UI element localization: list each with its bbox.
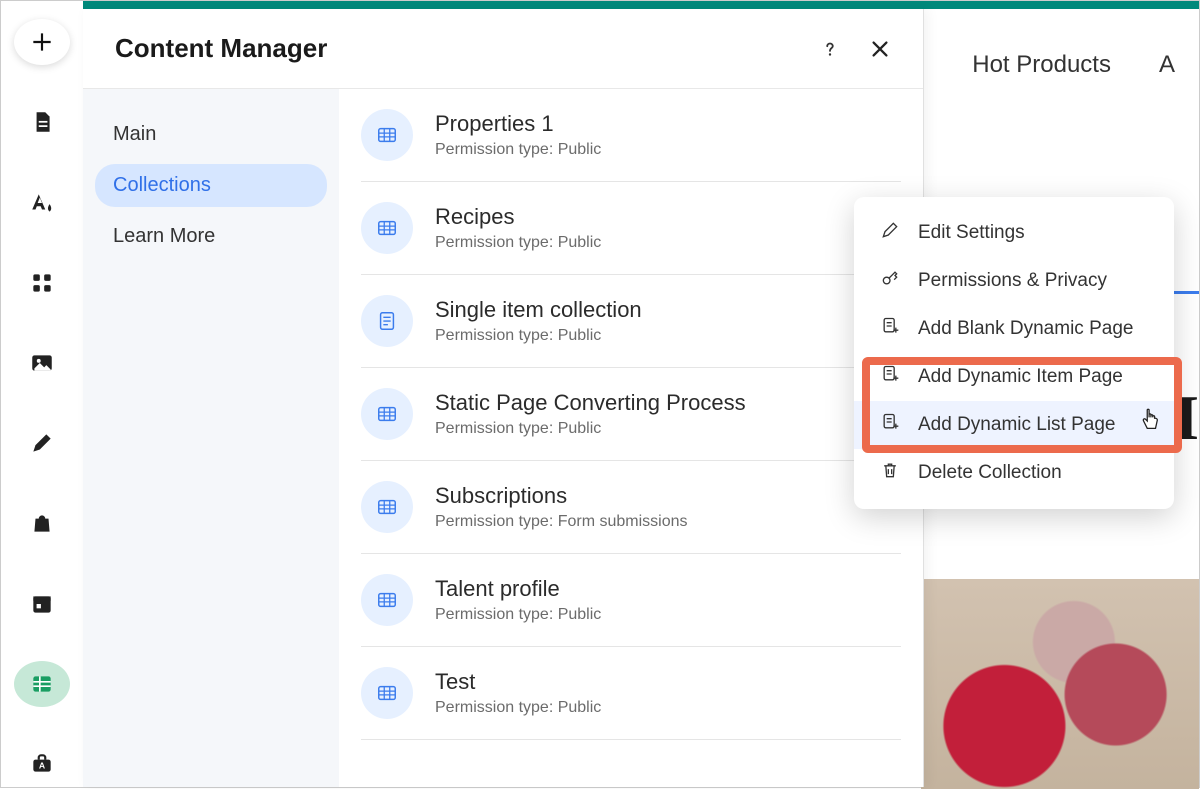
page-icon [29,109,55,135]
collection-type-icon [361,481,413,533]
collection-subtitle: Permission type: Public [435,327,642,345]
rail-store[interactable] [14,500,70,546]
collection-title: Test [435,669,601,695]
collection-subtitle: Permission type: Public [435,234,601,252]
collection-row[interactable]: Static Page Converting Process Permission… [361,368,901,461]
bg-nav-item[interactable]: Hot Products [972,51,1111,79]
rail-blog[interactable] [14,420,70,466]
ctx-item-label: Edit Settings [918,222,1025,244]
panel-sidenav: Main Collections Learn More [83,89,339,787]
collection-row[interactable]: Talent profile Permission type: Public [361,554,901,647]
left-rail: A [1,1,83,787]
collection-title: Properties 1 [435,111,601,137]
collection-title: Recipes [435,204,601,230]
key-icon [880,268,900,294]
pencil-icon [880,220,900,246]
help-icon[interactable] [819,38,841,60]
sidenav-item-collections[interactable]: Collections [95,164,327,207]
collection-row[interactable]: Test Permission type: Public [361,647,901,740]
table-icon [29,671,55,697]
panel-title: Content Manager [115,33,327,64]
ctx-item-add-dynamic-item-page[interactable]: Add Dynamic Item Page [854,353,1174,401]
ctx-item-edit-settings[interactable]: Edit Settings [854,209,1174,257]
bg-product-image [921,579,1199,789]
ctx-item-label: Delete Collection [918,462,1062,484]
ctx-item-add-blank-dynamic-page[interactable]: Add Blank Dynamic Page [854,305,1174,353]
rail-content-manager[interactable] [14,661,70,707]
collection-type-icon [361,295,413,347]
panel-header: Content Manager [83,9,923,88]
rail-bookings[interactable] [14,580,70,626]
collection-subtitle: Permission type: Form submissions [435,513,688,531]
collection-title: Subscriptions [435,483,688,509]
context-menu: Edit Settings Permissions & Privacy Add Bl… [854,197,1174,509]
collection-title: Talent profile [435,576,601,602]
rail-media[interactable] [14,340,70,386]
page-plus-icon [880,316,900,342]
ctx-item-label: Add Dynamic List Page [918,414,1116,436]
bg-heading-fragment: I [1174,381,1199,455]
collection-row[interactable]: Single item collection Permission type: P… [361,275,901,368]
collection-type-icon [361,202,413,254]
sidenav-item-main[interactable]: Main [95,113,327,156]
sidenav-item-learn-more[interactable]: Learn More [95,215,327,258]
ctx-item-label: Add Dynamic Item Page [918,366,1123,388]
collections-list: Properties 1Permission type: PublicRecip… [339,89,923,787]
top-accent-bar [83,1,1199,9]
svg-text:A: A [39,760,46,770]
collection-type-icon [361,109,413,161]
rail-apps[interactable] [14,260,70,306]
collection-subtitle: Permission type: Public [435,606,601,624]
rail-pages[interactable] [14,99,70,145]
text-drop-icon [29,190,55,216]
collection-type-icon [361,388,413,440]
collection-row[interactable]: Subscriptions Permission type: Form submi… [361,461,901,554]
rail-business[interactable]: A [14,741,70,787]
ctx-item-permissions-privacy[interactable]: Permissions & Privacy [854,257,1174,305]
page-plus-icon [880,364,900,390]
page-plus-icon [880,412,900,438]
background-nav: ucts Hot Products A [880,51,1199,79]
briefcase-icon: A [29,751,55,777]
add-button[interactable] [14,19,70,65]
grid-icon [29,270,55,296]
collection-type-icon [361,574,413,626]
collection-title: Single item collection [435,297,642,323]
collection-subtitle: Permission type: Public [435,699,601,717]
collection-row[interactable]: Recipes Permission type: Public [361,182,901,275]
close-icon[interactable] [869,38,891,60]
bag-icon [29,510,55,536]
image-icon [29,350,55,376]
collection-type-icon [361,667,413,719]
collection-title: Static Page Converting Process [435,390,746,416]
ctx-item-delete-collection[interactable]: Delete Collection [854,449,1174,497]
collection-subtitle: Permission type: Public [435,420,746,438]
ctx-item-add-dynamic-list-page[interactable]: Add Dynamic List Page [854,401,1174,449]
trash-icon [880,460,900,486]
collection-row[interactable]: Properties 1 Permission type: Public [361,89,901,182]
pen-icon [29,430,55,456]
ctx-item-label: Add Blank Dynamic Page [918,318,1133,340]
ctx-item-label: Permissions & Privacy [918,270,1107,292]
collection-subtitle: Permission type: Public [435,141,601,159]
plus-icon [29,29,55,55]
content-manager-panel: Content Manager Main Collections Learn M… [83,9,924,787]
bg-nav-item[interactable]: A [1159,51,1175,79]
calendar-icon [29,591,55,617]
rail-theme[interactable] [14,179,70,225]
